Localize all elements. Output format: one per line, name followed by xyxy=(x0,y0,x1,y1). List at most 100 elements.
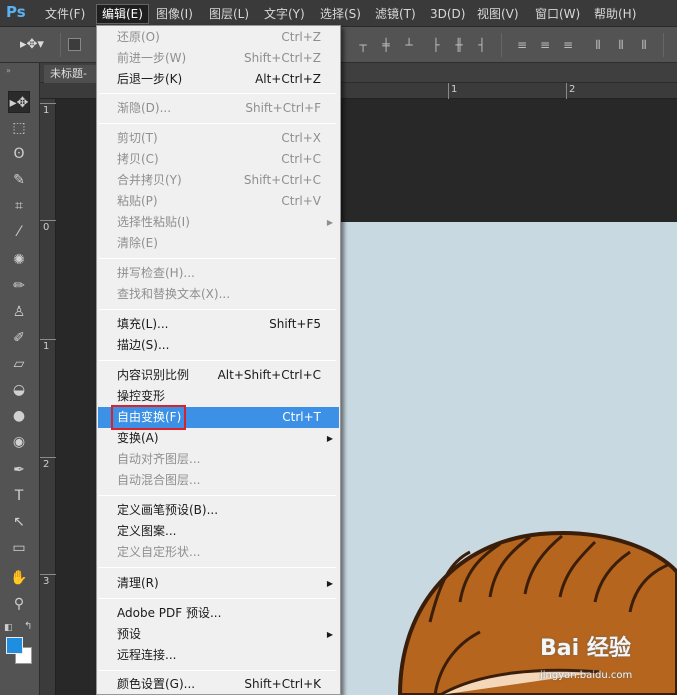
menu-help[interactable]: 帮助(H) xyxy=(589,5,641,23)
menu-type[interactable]: 文字(Y) xyxy=(259,5,310,23)
healing-brush-tool-icon[interactable]: ✺ xyxy=(8,249,30,271)
menu-item-color-settings[interactable]: 颜色设置(G)... Shift+Ctrl+K xyxy=(98,674,339,695)
foreground-color-swatch[interactable] xyxy=(6,637,23,654)
menu-item-shortcut: Shift+Ctrl+Z xyxy=(244,51,321,65)
dodge-tool-icon[interactable]: ◉ xyxy=(8,431,30,453)
shape-tool-icon[interactable]: ▭ xyxy=(8,537,30,559)
align-left-icon[interactable]: ├ xyxy=(428,37,444,53)
menu-item-label: 拷贝(C) xyxy=(117,152,159,166)
eyedropper-tool-icon[interactable]: ⁄ xyxy=(8,221,30,243)
zoom-tool-icon[interactable]: ⚲ xyxy=(8,593,30,615)
menu-item-label: 定义图案... xyxy=(117,524,177,538)
tools-panel: » ▸✥ ⬚ ʘ ✎ ⌗ ⁄ ✺ ✏ ♙ ✐ ▱ ◒ ● ◉ ✒ T ↖ ▭ ✋… xyxy=(0,63,40,695)
eraser-tool-icon[interactable]: ▱ xyxy=(8,353,30,375)
menu-item-define-custom-shape[interactable]: 定义自定形状... xyxy=(98,542,339,563)
menu-item-adobe-pdf-presets[interactable]: Adobe PDF 预设... xyxy=(98,603,339,624)
ruler-label: 1 xyxy=(43,105,50,116)
annotation-highlight-box xyxy=(111,405,186,430)
menu-item-label: 变换(A) xyxy=(117,431,159,445)
watermark-url: jingyan.baidu.com xyxy=(540,670,633,681)
align-top-icon[interactable]: ┬ xyxy=(355,37,371,53)
photoshop-logo: Ps xyxy=(6,3,26,21)
ruler-tick xyxy=(40,220,56,221)
path-select-tool-icon[interactable]: ↖ xyxy=(8,511,30,533)
menu-separator xyxy=(99,567,336,568)
distribute-bottom-icon[interactable]: ≡ xyxy=(560,37,576,53)
pen-tool-icon[interactable]: ✒ xyxy=(8,459,30,481)
menu-item-label: 合并拷贝(Y) xyxy=(117,173,182,187)
vertical-ruler[interactable]: 1 0 1 2 3 xyxy=(40,99,56,695)
auto-select-checkbox[interactable] xyxy=(68,38,81,51)
clone-stamp-tool-icon[interactable]: ♙ xyxy=(8,301,30,323)
marquee-tool-icon[interactable]: ⬚ xyxy=(8,117,30,139)
menu-item-fill[interactable]: 填充(L)... Shift+F5 xyxy=(98,314,339,335)
menu-item-define-pattern[interactable]: 定义图案... xyxy=(98,521,339,542)
menu-3d[interactable]: 3D(D) xyxy=(425,5,470,23)
distribute-hcenter-icon[interactable]: ⦀ xyxy=(613,37,629,53)
align-vcenter-icon[interactable]: ╪ xyxy=(378,37,394,53)
distribute-left-icon[interactable]: ⦀ xyxy=(590,37,606,53)
blur-tool-icon[interactable]: ● xyxy=(8,405,30,427)
menu-item-find-replace[interactable]: 查找和替换文本(X)... xyxy=(98,284,339,305)
menu-item-content-aware-scale[interactable]: 内容识别比例 Alt+Shift+Ctrl+C xyxy=(98,365,339,386)
paint-bucket-tool-icon[interactable]: ◒ xyxy=(8,379,30,401)
menu-item-cut[interactable]: 剪切(T) Ctrl+X xyxy=(98,128,339,149)
menu-layer[interactable]: 图层(L) xyxy=(204,5,254,23)
document-canvas[interactable] xyxy=(340,222,677,695)
menu-item-check-spelling[interactable]: 拼写检查(H)... xyxy=(98,263,339,284)
align-right-icon[interactable]: ┤ xyxy=(474,37,490,53)
menu-item-shortcut: Shift+F5 xyxy=(269,317,321,331)
menu-item-clear[interactable]: 清除(E) xyxy=(98,233,339,254)
menu-item-label: 渐隐(D)... xyxy=(117,101,172,115)
align-hcenter-icon[interactable]: ╫ xyxy=(451,37,467,53)
menu-item-presets[interactable]: 预设 ▶ xyxy=(98,624,339,645)
menu-file[interactable]: 文件(F) xyxy=(40,5,90,23)
align-bottom-icon[interactable]: ┴ xyxy=(401,37,417,53)
type-tool-icon[interactable]: T xyxy=(8,485,30,507)
default-colors-icon[interactable]: ◧ xyxy=(4,623,13,633)
distribute-top-icon[interactable]: ≡ xyxy=(514,37,530,53)
menu-item-step-backward[interactable]: 后退一步(K) Alt+Ctrl+Z xyxy=(98,69,339,90)
menu-item-define-brush-preset[interactable]: 定义画笔预设(B)... xyxy=(98,500,339,521)
menu-window[interactable]: 窗口(W) xyxy=(530,5,585,23)
panel-collapse-icon[interactable]: » xyxy=(6,66,11,75)
document-tab[interactable]: 未标题- xyxy=(44,65,96,83)
move-tool-icon[interactable]: ▸✥ xyxy=(8,91,30,113)
menu-item-shortcut: Shift+Ctrl+C xyxy=(243,173,321,187)
menu-item-paste-special[interactable]: 选择性粘贴(I) ▶ xyxy=(98,212,339,233)
menu-item-fade[interactable]: 渐隐(D)... Shift+Ctrl+F xyxy=(98,98,339,119)
menu-edit[interactable]: 编辑(E) xyxy=(96,4,149,24)
quick-select-tool-icon[interactable]: ✎ xyxy=(8,169,30,191)
lasso-tool-icon[interactable]: ʘ xyxy=(8,143,30,165)
distribute-vcenter-icon[interactable]: ≡ xyxy=(537,37,553,53)
menu-item-purge[interactable]: 清理(R) ▶ xyxy=(98,573,339,594)
menu-item-stroke[interactable]: 描边(S)... xyxy=(98,335,339,356)
menu-item-auto-blend-layers[interactable]: 自动混合图层... xyxy=(98,470,339,491)
history-brush-tool-icon[interactable]: ✐ xyxy=(8,327,30,349)
ruler-tick xyxy=(40,339,56,340)
menu-item-label: 剪切(T) xyxy=(117,131,158,145)
menu-filter[interactable]: 滤镜(T) xyxy=(370,5,421,23)
menu-item-label: 自动混合图层... xyxy=(117,473,201,487)
menu-select[interactable]: 选择(S) xyxy=(315,5,366,23)
brush-tool-icon[interactable]: ✏ xyxy=(8,275,30,297)
menu-view[interactable]: 视图(V) xyxy=(472,5,524,23)
hand-tool-icon[interactable]: ✋ xyxy=(8,567,30,589)
baidu-jingyan-watermark: Bai 经验 jingyan.baidu.com xyxy=(540,630,670,690)
menu-item-auto-align-layers[interactable]: 自动对齐图层... xyxy=(98,449,339,470)
swap-colors-icon[interactable]: ↰ xyxy=(24,621,32,632)
menu-item-copy-merged[interactable]: 合并拷贝(Y) Shift+Ctrl+C xyxy=(98,170,339,191)
menu-item-undo[interactable]: 还原(O) Ctrl+Z xyxy=(98,27,339,48)
menu-item-copy[interactable]: 拷贝(C) Ctrl+C xyxy=(98,149,339,170)
menu-bar: Ps 文件(F) 编辑(E) 图像(I) 图层(L) 文字(Y) 选择(S) 滤… xyxy=(0,0,677,27)
menu-image[interactable]: 图像(I) xyxy=(151,5,198,23)
menu-item-puppet-warp[interactable]: 操控变形 xyxy=(98,386,339,407)
menu-item-step-forward[interactable]: 前进一步(W) Shift+Ctrl+Z xyxy=(98,48,339,69)
menu-item-transform[interactable]: 变换(A) ▶ xyxy=(98,428,339,449)
crop-tool-icon[interactable]: ⌗ xyxy=(8,195,30,217)
menu-item-remote-connections[interactable]: 远程连接... xyxy=(98,645,339,666)
distribute-right-icon[interactable]: ⦀ xyxy=(636,37,652,53)
menu-item-paste[interactable]: 粘贴(P) Ctrl+V xyxy=(98,191,339,212)
menu-item-shortcut: Ctrl+X xyxy=(281,131,321,145)
tool-preset-picker[interactable]: ▸✥▾ xyxy=(20,37,44,52)
